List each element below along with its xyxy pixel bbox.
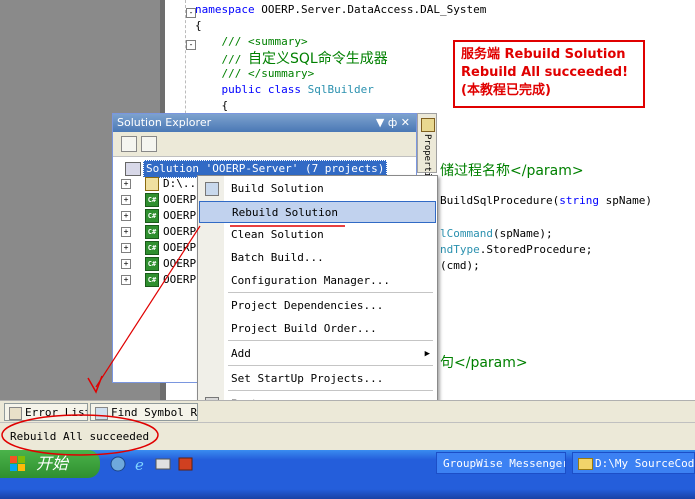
windows-logo-icon [10, 456, 25, 471]
code-line: namespace OOERP.Server.DataAccess.DAL_Sy… [195, 3, 487, 16]
solution-explorer-titlebar[interactable]: Solution Explorer ▼ ф ✕ [113, 114, 416, 132]
tab-find-symbol[interactable]: Find Symbol Re [90, 403, 198, 421]
code-fragment-cmd: (cmd); [440, 259, 480, 272]
project-node[interactable]: OOERP [163, 208, 196, 224]
project-node[interactable]: OOERP [163, 240, 196, 256]
csharp-project-icon: C# [145, 225, 159, 239]
csharp-project-icon: C# [145, 193, 159, 207]
svg-text:e: e [135, 456, 144, 472]
find-symbol-icon [95, 407, 108, 420]
code-line: { [195, 99, 229, 112]
show-desktop-icon[interactable] [155, 456, 171, 472]
code-fragment-command: lCommand(spName); [440, 227, 553, 240]
code-fragment-param2: 句</param> [440, 355, 528, 371]
menu-item-label: Configuration Manager... [231, 274, 390, 287]
properties-tab-icon [421, 118, 435, 132]
code-line: /// 自定义SQL命令生成器 [195, 51, 388, 67]
taskbar-groupwise-button[interactable]: GroupWise Messenger [436, 452, 566, 474]
quicklaunch-app-icon[interactable] [110, 456, 126, 472]
menu-item-set-startup-projects[interactable]: Set StartUp Projects... [199, 368, 436, 390]
internet-explorer-icon[interactable]: e [133, 456, 149, 472]
code-line: public class SqlBuilder [221, 83, 374, 96]
annotation-line-2: Rebuild All succeeded! [461, 65, 629, 80]
show-all-files-icon[interactable] [141, 136, 157, 152]
menu-item-rebuild-solution[interactable]: Rebuild Solution [199, 201, 436, 223]
csharp-project-icon: C# [145, 209, 159, 223]
project-node[interactable]: OOERP [163, 256, 196, 272]
expand-toggle[interactable]: + [121, 243, 131, 253]
expand-toggle[interactable]: + [121, 227, 131, 237]
bottom-tab-bar: Error List Find Symbol Re [0, 400, 695, 423]
solution-root-icon [125, 162, 141, 176]
menu-item-clean-solution[interactable]: Clean Solution [199, 224, 436, 246]
tab-find-symbol-label: Find Symbol Re [111, 406, 198, 419]
pin-close-buttons[interactable]: ▼ ф ✕ [376, 114, 410, 132]
csharp-project-icon: C# [145, 257, 159, 271]
tab-error-list-label: Error List [25, 406, 88, 419]
build-icon [205, 182, 219, 196]
menu-separator [228, 365, 433, 366]
menu-item-configuration-manager[interactable]: Configuration Manager... [199, 270, 436, 292]
menu-item-batch-build[interactable]: Batch Build... [199, 247, 436, 269]
expand-toggle[interactable]: + [121, 195, 131, 205]
csharp-project-icon: C# [145, 241, 159, 255]
project-node[interactable]: OOERP [163, 192, 196, 208]
menu-item-build-solution[interactable]: Build Solution [199, 178, 436, 200]
menu-separator [228, 390, 433, 391]
taskbar-folder-label: D:\My SourceCode... [595, 457, 695, 470]
menu-item-label: Clean Solution [231, 228, 324, 241]
menu-item-label: Project Dependencies... [231, 299, 384, 312]
collapse-toggle[interactable]: - [186, 40, 196, 50]
code-fragment-param: 储过程名称</param> [440, 163, 584, 179]
taskbar-folder-button[interactable]: D:\My SourceCode... [572, 452, 695, 474]
expand-toggle[interactable]: + [121, 275, 131, 285]
code-fragment-method: BuildSqlProcedure(string spName) [440, 194, 652, 207]
annotation-line-3: (本教程已完成) [461, 83, 551, 98]
annotation-note: 服务端 Rebuild Solution Rebuild All succeed… [453, 40, 645, 108]
submenu-arrow-icon: ▶ [424, 349, 430, 359]
expand-toggle[interactable]: + [121, 259, 131, 269]
solution-explorer-toolbar [113, 132, 416, 157]
expand-toggle[interactable]: + [121, 211, 131, 221]
code-line: /// </summary> [195, 67, 315, 80]
properties-side-tab[interactable]: Properties [417, 113, 437, 188]
menu-item-label: Add [231, 347, 251, 360]
menu-item-add[interactable]: Add ▶ [199, 343, 436, 365]
menu-item-project-build-order[interactable]: Project Build Order... [199, 318, 436, 340]
menu-separator [228, 340, 433, 341]
expand-toggle[interactable]: + [121, 179, 131, 189]
tab-error-list[interactable]: Error List [4, 403, 88, 421]
error-list-icon [9, 407, 22, 420]
csharp-project-icon: C# [145, 273, 159, 287]
project-node[interactable]: OOERP [163, 272, 196, 288]
menu-item-label: Project Build Order... [231, 322, 377, 335]
solution-explorer-title: Solution Explorer [117, 116, 212, 129]
collapse-toggle[interactable]: - [186, 8, 196, 18]
code-line: { [195, 19, 202, 32]
project-node[interactable]: OOERP [163, 224, 196, 240]
code-fragment-commandtype: ndType.StoredProcedure; [440, 243, 593, 256]
status-text: Rebuild All succeeded [10, 430, 150, 443]
quicklaunch-media-icon[interactable] [178, 456, 194, 472]
menu-item-label: Rebuild Solution [232, 206, 338, 219]
annotation-line-1: 服务端 Rebuild Solution [461, 47, 626, 62]
website-project-icon [145, 177, 159, 191]
menu-item-project-dependencies[interactable]: Project Dependencies... [199, 295, 436, 317]
menu-item-label: Batch Build... [231, 251, 324, 264]
menu-item-label: Set StartUp Projects... [231, 372, 384, 385]
folder-icon [578, 458, 593, 470]
menu-item-label: Build Solution [231, 182, 324, 195]
menu-separator [228, 292, 433, 293]
properties-view-icon[interactable] [121, 136, 137, 152]
code-line: /// <summary> [195, 35, 308, 48]
